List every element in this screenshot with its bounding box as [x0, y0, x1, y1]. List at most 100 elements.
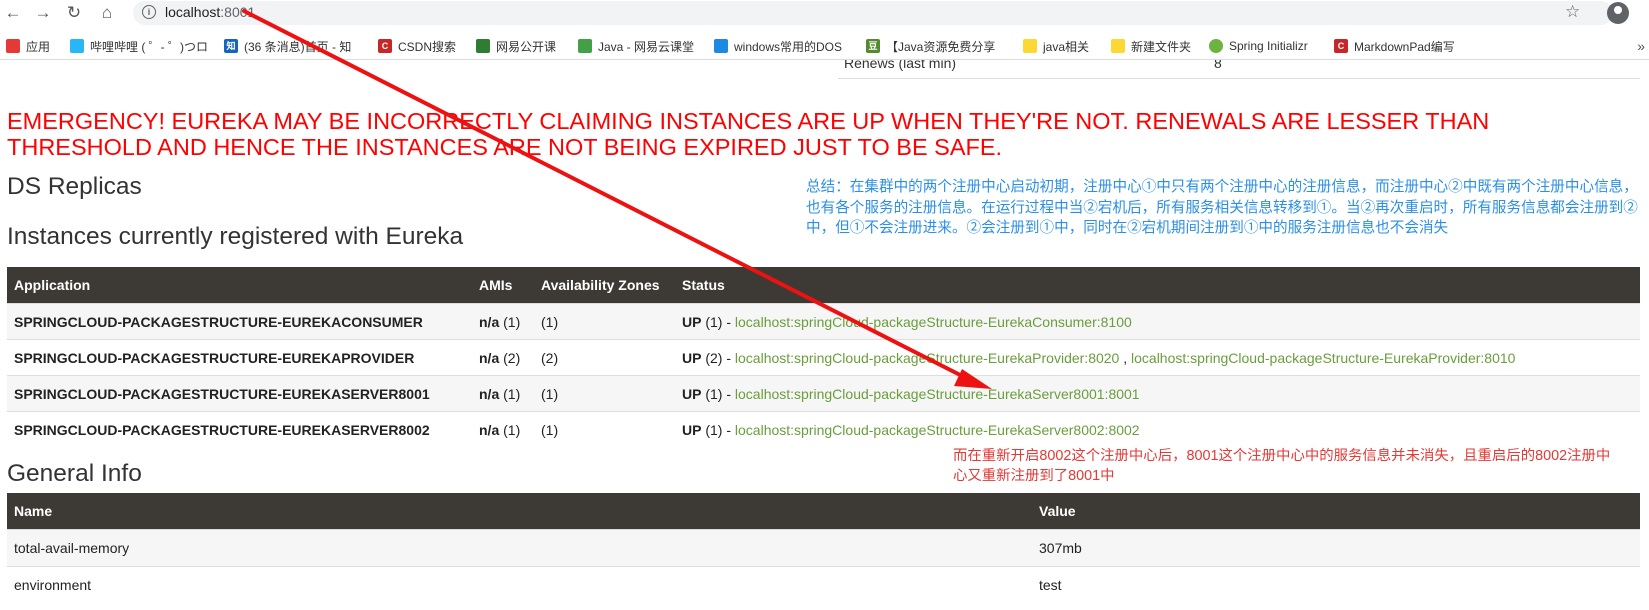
- amis-count: (1): [503, 313, 521, 330]
- renews-label: Renews (last min): [844, 60, 957, 71]
- header-status: Status: [675, 267, 1640, 304]
- bookmark-item[interactable]: 应用: [6, 37, 58, 55]
- amis-cell: n/a (1): [472, 375, 534, 412]
- profile-avatar-icon[interactable]: [1607, 2, 1629, 24]
- bookmark-item[interactable]: windows常用的DOS: [714, 37, 848, 55]
- instances-heading: Instances currently registered with Eure…: [7, 223, 464, 250]
- application-cell: SPRINGCLOUD-PACKAGESTRUCTURE-EUREKASERVE…: [7, 375, 472, 412]
- bookmarks-overflow-icon[interactable]: »: [1637, 38, 1645, 54]
- bookmark-label: Spring Initializr: [1229, 39, 1308, 53]
- header-amis: AMIs: [472, 267, 534, 304]
- table-row: SPRINGCLOUD-PACKAGESTRUCTURE-EUREKASERVE…: [7, 411, 1640, 447]
- application-name: SPRINGCLOUD-PACKAGESTRUCTURE-EUREKASERVE…: [14, 385, 430, 402]
- forward-icon[interactable]: →: [32, 2, 54, 24]
- application-name: SPRINGCLOUD-PACKAGESTRUCTURE-EUREKASERVE…: [14, 421, 430, 438]
- instance-link[interactable]: localhost:springCloud-packageStructure-E…: [735, 386, 1140, 402]
- instance-link[interactable]: localhost:springCloud-packageStructure-E…: [1131, 350, 1515, 366]
- status-cell: UP (2) - localhost:springCloud-packageSt…: [675, 339, 1640, 376]
- bookmarks-bar: 应用 哔哩哔哩 ( ゜- ゜)つロ 知 (36 条消息)首页 - 知 C CSDN搜…: [0, 33, 1649, 60]
- amis-value: n/a: [479, 421, 500, 438]
- application-name: SPRINGCLOUD-PACKAGESTRUCTURE-EUREKACONSU…: [14, 313, 423, 330]
- bookmark-folder[interactable]: 新建文件夹: [1111, 37, 1201, 55]
- reload-icon[interactable]: ↻: [63, 2, 85, 24]
- netease-open-icon: [476, 39, 490, 53]
- header-availability-zones: Availability Zones: [534, 267, 675, 304]
- renews-value: 8: [1214, 60, 1222, 71]
- table-row: SPRINGCLOUD-PACKAGESTRUCTURE-EUREKACONSU…: [7, 303, 1640, 340]
- url-host: localhost: [165, 4, 221, 20]
- bookmark-label: 【Java资源免费分享: [886, 39, 996, 54]
- emergency-banner: EMERGENCY! EUREKA MAY BE INCORRECTLY CLA…: [7, 108, 1490, 160]
- site-info-icon[interactable]: i: [142, 5, 156, 19]
- summary-annotation: 总结：在集群中的两个注册中心启动初期，注册中心①中只有两个注册中心的注册信息，而…: [806, 179, 1638, 236]
- markdownpad-icon: C: [1334, 39, 1348, 53]
- status-cell: UP (1) - localhost:springCloud-packageSt…: [675, 411, 1640, 447]
- amis-value: n/a: [479, 349, 500, 366]
- bookmark-item[interactable]: 哔哩哔哩 ( ゜- ゜)つロ: [70, 37, 212, 55]
- header-name: Name: [7, 493, 1032, 530]
- info-value: 307mb: [1032, 529, 1640, 567]
- restart-annotation: 而在重新开启8002这个注册中心后，8001这个注册中心中的服务信息并未消失，且…: [953, 448, 1611, 484]
- table-row: SPRINGCLOUD-PACKAGESTRUCTURE-EUREKASERVE…: [7, 375, 1640, 412]
- bookmark-item[interactable]: C MarkdownPad编写: [1334, 37, 1472, 55]
- bookmark-item[interactable]: Spring Initializr: [1209, 37, 1321, 55]
- az-cell: (1): [534, 411, 675, 447]
- info-name: total-avail-memory: [7, 529, 1032, 567]
- bookmark-item[interactable]: Java - 网易云课堂: [578, 37, 700, 55]
- amis-count: (1): [503, 385, 521, 402]
- bookmark-label: 应用: [26, 39, 51, 54]
- bookmark-item[interactable]: C CSDN搜索: [378, 37, 462, 55]
- status-cell: UP (1) - localhost:springCloud-packageSt…: [675, 303, 1640, 340]
- spring-icon: [1209, 39, 1223, 53]
- baidu-paw-icon: [714, 39, 728, 53]
- bookmark-folder[interactable]: java相关: [1023, 37, 1103, 55]
- amis-count: (1): [503, 421, 521, 438]
- info-value: test: [1032, 566, 1640, 603]
- apps-grid-icon: [6, 39, 20, 53]
- zhihu-icon: 知: [224, 39, 238, 53]
- bookmark-item[interactable]: 豆【Java资源免费分享: [866, 37, 1004, 55]
- back-icon[interactable]: ←: [2, 2, 24, 24]
- table-row: SPRINGCLOUD-PACKAGESTRUCTURE-EUREKAPROVI…: [7, 339, 1640, 376]
- bilibili-icon: [70, 39, 84, 53]
- home-icon[interactable]: ⌂: [96, 2, 118, 24]
- bookmark-label: 哔哩哔哩 ( ゜- ゜)つロ: [90, 39, 208, 54]
- renews-row: Renews (last min) 8: [838, 60, 1640, 79]
- url-port: :8001: [220, 4, 256, 20]
- bookmark-label: 新建文件夹: [1131, 39, 1192, 54]
- general-info-heading: General Info: [7, 460, 142, 487]
- application-cell: SPRINGCLOUD-PACKAGESTRUCTURE-EUREKACONSU…: [7, 303, 472, 340]
- amis-value: n/a: [479, 385, 500, 402]
- bookmark-label: Java - 网易云课堂: [598, 39, 695, 54]
- application-name: SPRINGCLOUD-PACKAGESTRUCTURE-EUREKAPROVI…: [14, 349, 415, 366]
- instance-link[interactable]: localhost:springCloud-packageStructure-E…: [735, 314, 1132, 330]
- az-cell: (1): [534, 303, 675, 340]
- info-name: environment: [7, 566, 1032, 603]
- folder-icon: [1023, 39, 1037, 53]
- status-cell: UP (1) - localhost:springCloud-packageSt…: [675, 375, 1640, 412]
- amis-cell: n/a (2): [472, 339, 534, 376]
- status-value: UP: [682, 421, 702, 438]
- amis-count: (2): [503, 349, 521, 366]
- bookmark-star-icon[interactable]: ☆: [1565, 2, 1580, 22]
- bookmark-label: (36 条消息)首页 - 知: [244, 39, 352, 54]
- instance-link[interactable]: localhost:springCloud-packageStructure-E…: [735, 350, 1119, 366]
- status-count: (1) -: [705, 421, 735, 438]
- instance-link[interactable]: localhost:springCloud-packageStructure-E…: [735, 422, 1140, 438]
- table-row: environment test: [7, 566, 1640, 603]
- url-text[interactable]: localhost:8001: [165, 4, 255, 20]
- status-count: (1) -: [705, 385, 735, 402]
- bookmark-item[interactable]: 网易公开课: [476, 37, 566, 55]
- status-value: UP: [682, 313, 702, 330]
- status-count: (2) -: [705, 349, 735, 366]
- table-header-row: Name Value: [7, 493, 1640, 530]
- bookmark-item[interactable]: 知 (36 条消息)首页 - 知: [224, 37, 360, 55]
- douban-icon: 豆: [866, 39, 880, 53]
- netease-study-icon: [578, 39, 592, 53]
- amis-value: n/a: [479, 313, 500, 330]
- bookmark-label: 网易公开课: [496, 39, 557, 54]
- az-cell: (2): [534, 339, 675, 376]
- application-cell: SPRINGCLOUD-PACKAGESTRUCTURE-EUREKASERVE…: [7, 411, 472, 447]
- browser-toolbar: ← → ↻ ⌂ i localhost:8001 ☆: [0, 0, 1649, 26]
- address-bar[interactable]: i localhost:8001: [133, 1, 1613, 25]
